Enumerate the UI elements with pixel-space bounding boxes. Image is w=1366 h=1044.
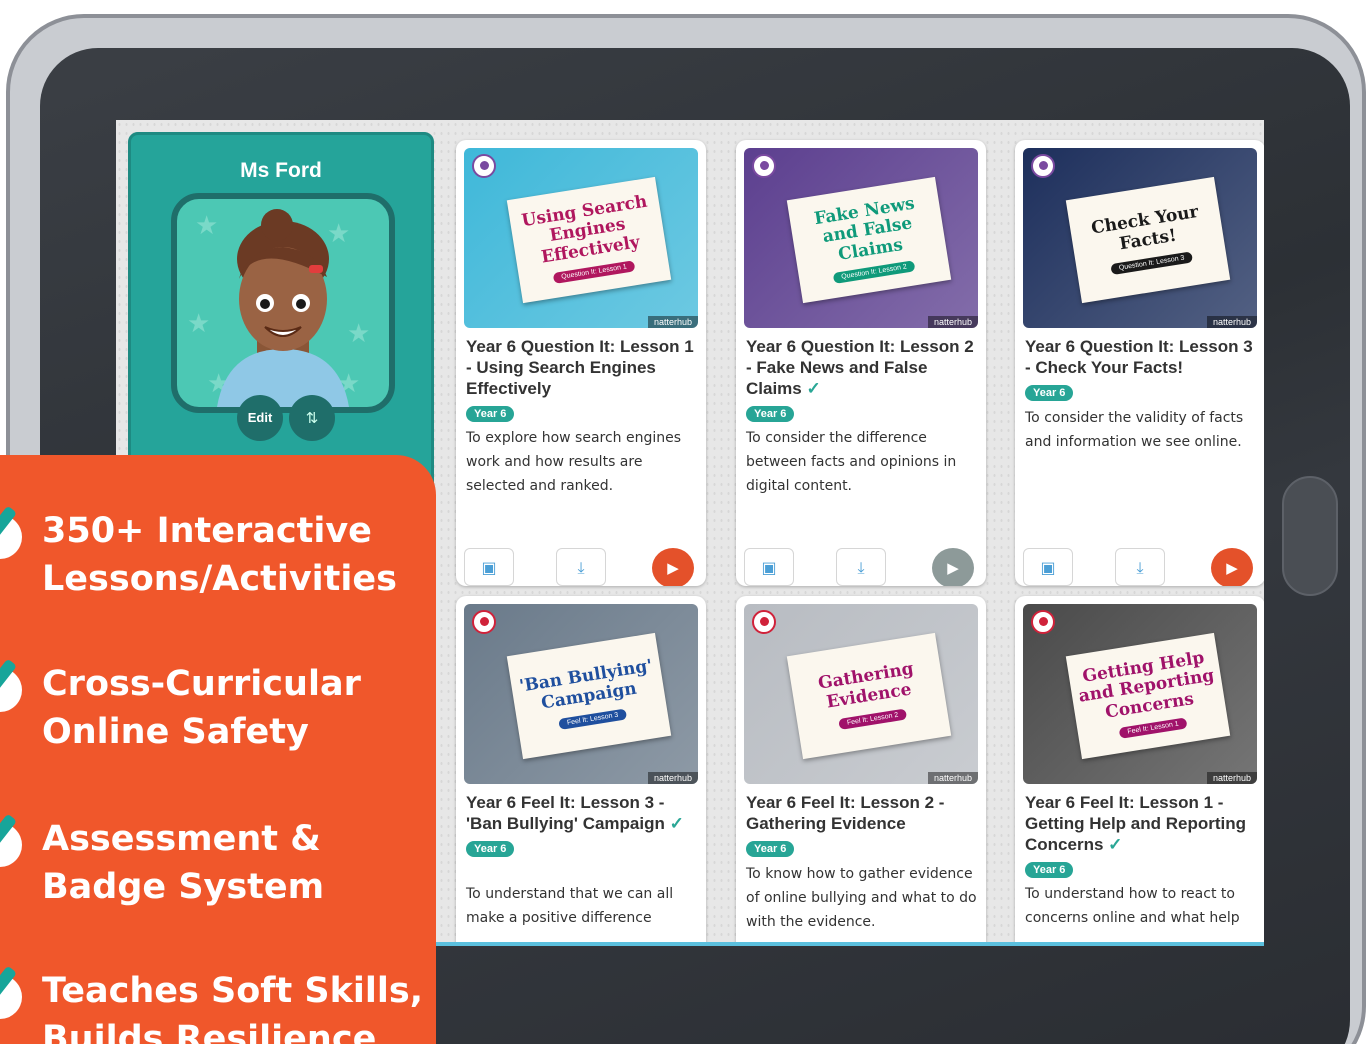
lesson-title-text[interactable]: Year 6 Question It: Lesson 1 - Using Sea… [466, 337, 694, 398]
lesson-title[interactable]: Year 6 Question It: Lesson 3 - Check You… [1025, 336, 1259, 401]
lesson-thumbnail[interactable]: 'Ban Bullying' Campaign Feel It: Lesson 3… [464, 604, 698, 784]
lesson-title[interactable]: Year 6 Question It: Lesson 1 - Using Sea… [466, 336, 700, 422]
year-badge: Year 6 [1025, 385, 1074, 401]
play-icon[interactable]: ▶ [1211, 548, 1253, 586]
lesson-card[interactable]: Fake News and False Claims Question It: L… [736, 140, 986, 586]
edit-avatar-button[interactable]: Edit [237, 395, 283, 441]
question-icon [1031, 154, 1055, 178]
lesson-sign-tag: Feel It: Lesson 3 [558, 708, 627, 730]
lesson-description: To consider the difference between facts… [746, 430, 957, 494]
lesson-actions: ▣ ⤓ ▶ [744, 548, 978, 586]
lesson-sign-title: Using Search Engines Effectively [520, 191, 649, 268]
promo-text: Assessment & Badge System [42, 819, 325, 907]
lesson-sign: Fake News and False Claims Question It: L… [786, 176, 952, 304]
lesson-sign-tag: Feel It: Lesson 1 [1118, 717, 1188, 740]
question-icon [752, 154, 776, 178]
lesson-sign: Check Your Facts! Question It: Lesson 3 [1065, 176, 1231, 304]
lesson-title-text[interactable]: Year 6 Feel It: Lesson 1 - Getting Help … [1025, 793, 1246, 854]
promo-text: Cross-Curricular Online Safety [42, 664, 361, 752]
lesson-card[interactable]: Gathering Evidence Feel It: Lesson 2 natte… [736, 596, 986, 946]
play-icon[interactable]: ▶ [932, 548, 974, 586]
lesson-title-text[interactable]: Year 6 Feel It: Lesson 2 - Gathering Evi… [746, 793, 944, 833]
lesson-sign-title: Check Your Facts! [1089, 202, 1200, 255]
promo-item: Assessment & Badge System [0, 815, 436, 925]
lesson-thumbnail[interactable]: Getting Help and Reporting Concerns Feel … [1023, 604, 1257, 784]
brand-logo: natterhub [927, 772, 978, 784]
download-icon[interactable]: ⤓ [1115, 548, 1165, 586]
lesson-description: To understand that we can all make a pos… [466, 886, 674, 926]
lesson-title-text[interactable]: Year 6 Question It: Lesson 2 - Fake News… [746, 337, 974, 398]
lesson-title-text[interactable]: Year 6 Feel It: Lesson 3 - 'Ban Bullying… [466, 793, 665, 833]
check-icon [0, 668, 22, 712]
download-icon[interactable]: ⤓ [836, 548, 886, 586]
year-badge: Year 6 [466, 406, 515, 422]
download-icon[interactable]: ⤓ [556, 548, 606, 586]
lesson-sign-title: Fake News and False Claims [812, 193, 916, 265]
lesson-sign-title: Getting Help and Reporting Concerns [1077, 647, 1216, 723]
tablet-home-button [1282, 476, 1338, 596]
year-badge: Year 6 [466, 841, 515, 857]
brand-logo: natterhub [1206, 316, 1257, 328]
lesson-sign: 'Ban Bullying' Campaign Feel It: Lesson 3 [506, 632, 672, 760]
brand-logo: natterhub [927, 316, 978, 328]
heart-icon [752, 610, 776, 634]
lesson-title[interactable]: Year 6 Question It: Lesson 2 - Fake News… [746, 336, 980, 422]
check-icon [0, 515, 22, 559]
lesson-title[interactable]: Year 6 Feel It: Lesson 1 - Getting Help … [1025, 792, 1259, 878]
promo-item: Cross-Curricular Online Safety [0, 660, 436, 770]
lesson-description: To explore how search engines work and h… [466, 430, 682, 494]
resource-icon[interactable]: ▣ [744, 548, 794, 586]
resource-icon[interactable]: ▣ [464, 548, 514, 586]
promo-item: Teaches Soft Skills, Builds Resilience [0, 967, 436, 1044]
year-badge: Year 6 [746, 841, 795, 857]
check-icon [0, 823, 22, 867]
lesson-sign-title: Gathering Evidence [816, 659, 916, 713]
teacher-avatar-icon [217, 209, 349, 407]
heart-icon [472, 610, 496, 634]
promo-text: 350+ Interactive Lessons/Activities [42, 511, 397, 599]
lesson-sign-title: 'Ban Bullying' Campaign [518, 656, 654, 714]
reorder-icon[interactable]: ⇅ [289, 395, 335, 441]
lesson-thumbnail[interactable]: Using Search Engines Effectively Question… [464, 148, 698, 328]
brand-logo: natterhub [647, 772, 698, 784]
year-badge: Year 6 [746, 406, 795, 422]
heart-icon [1031, 610, 1055, 634]
resource-icon[interactable]: ▣ [1023, 548, 1073, 586]
play-icon[interactable]: ▶ [652, 548, 694, 586]
lesson-card[interactable]: Check Your Facts! Question It: Lesson 3 na… [1015, 140, 1264, 586]
lesson-thumbnail[interactable]: Fake News and False Claims Question It: L… [744, 148, 978, 328]
promo-item: 350+ Interactive Lessons/Activities [0, 507, 436, 617]
lesson-title[interactable]: Year 6 Feel It: Lesson 3 - 'Ban Bullying… [466, 792, 700, 857]
teacher-name: Ms Ford [240, 159, 322, 182]
lesson-description: To consider the validity of facts and in… [1025, 410, 1244, 450]
lesson-sign-tag: Feel It: Lesson 2 [838, 708, 907, 730]
teacher-avatar: ★ ★ ★ ★ ★ ★ [171, 193, 395, 413]
promo-text: Teaches Soft Skills, Builds Resilience [42, 971, 424, 1044]
lesson-thumbnail[interactable]: Gathering Evidence Feel It: Lesson 2 natte… [744, 604, 978, 784]
brand-logo: natterhub [1206, 772, 1257, 784]
brand-logo: natterhub [647, 316, 698, 328]
lesson-title[interactable]: Year 6 Feel It: Lesson 2 - Gathering Evi… [746, 792, 980, 857]
question-icon [472, 154, 496, 178]
lesson-card[interactable]: Getting Help and Reporting Concerns Feel … [1015, 596, 1264, 946]
year-badge: Year 6 [1025, 862, 1074, 878]
lesson-sign: Gathering Evidence Feel It: Lesson 2 [786, 632, 952, 760]
lesson-card[interactable]: 'Ban Bullying' Campaign Feel It: Lesson 3… [456, 596, 706, 946]
check-icon [0, 975, 22, 1019]
features-promo-panel: 350+ Interactive Lessons/Activities Cros… [0, 455, 436, 1044]
lesson-sign: Getting Help and Reporting Concerns Feel … [1065, 632, 1231, 760]
check-icon: ✓ [1103, 835, 1123, 854]
lesson-title-text[interactable]: Year 6 Question It: Lesson 3 - Check You… [1025, 337, 1253, 377]
lesson-card[interactable]: Using Search Engines Effectively Question… [456, 140, 706, 586]
lesson-description: To understand how to react to concerns o… [1025, 886, 1240, 926]
check-icon: ✓ [801, 379, 821, 398]
lesson-thumbnail[interactable]: Check Your Facts! Question It: Lesson 3 na… [1023, 148, 1257, 328]
check-icon: ✓ [664, 814, 684, 833]
lesson-actions: ▣ ⤓ ▶ [1023, 548, 1257, 586]
lesson-actions: ▣ ⤓ ▶ [464, 548, 698, 586]
lesson-description: To know how to gather evidence of online… [746, 866, 977, 930]
lesson-sign: Using Search Engines Effectively Question… [506, 176, 672, 304]
